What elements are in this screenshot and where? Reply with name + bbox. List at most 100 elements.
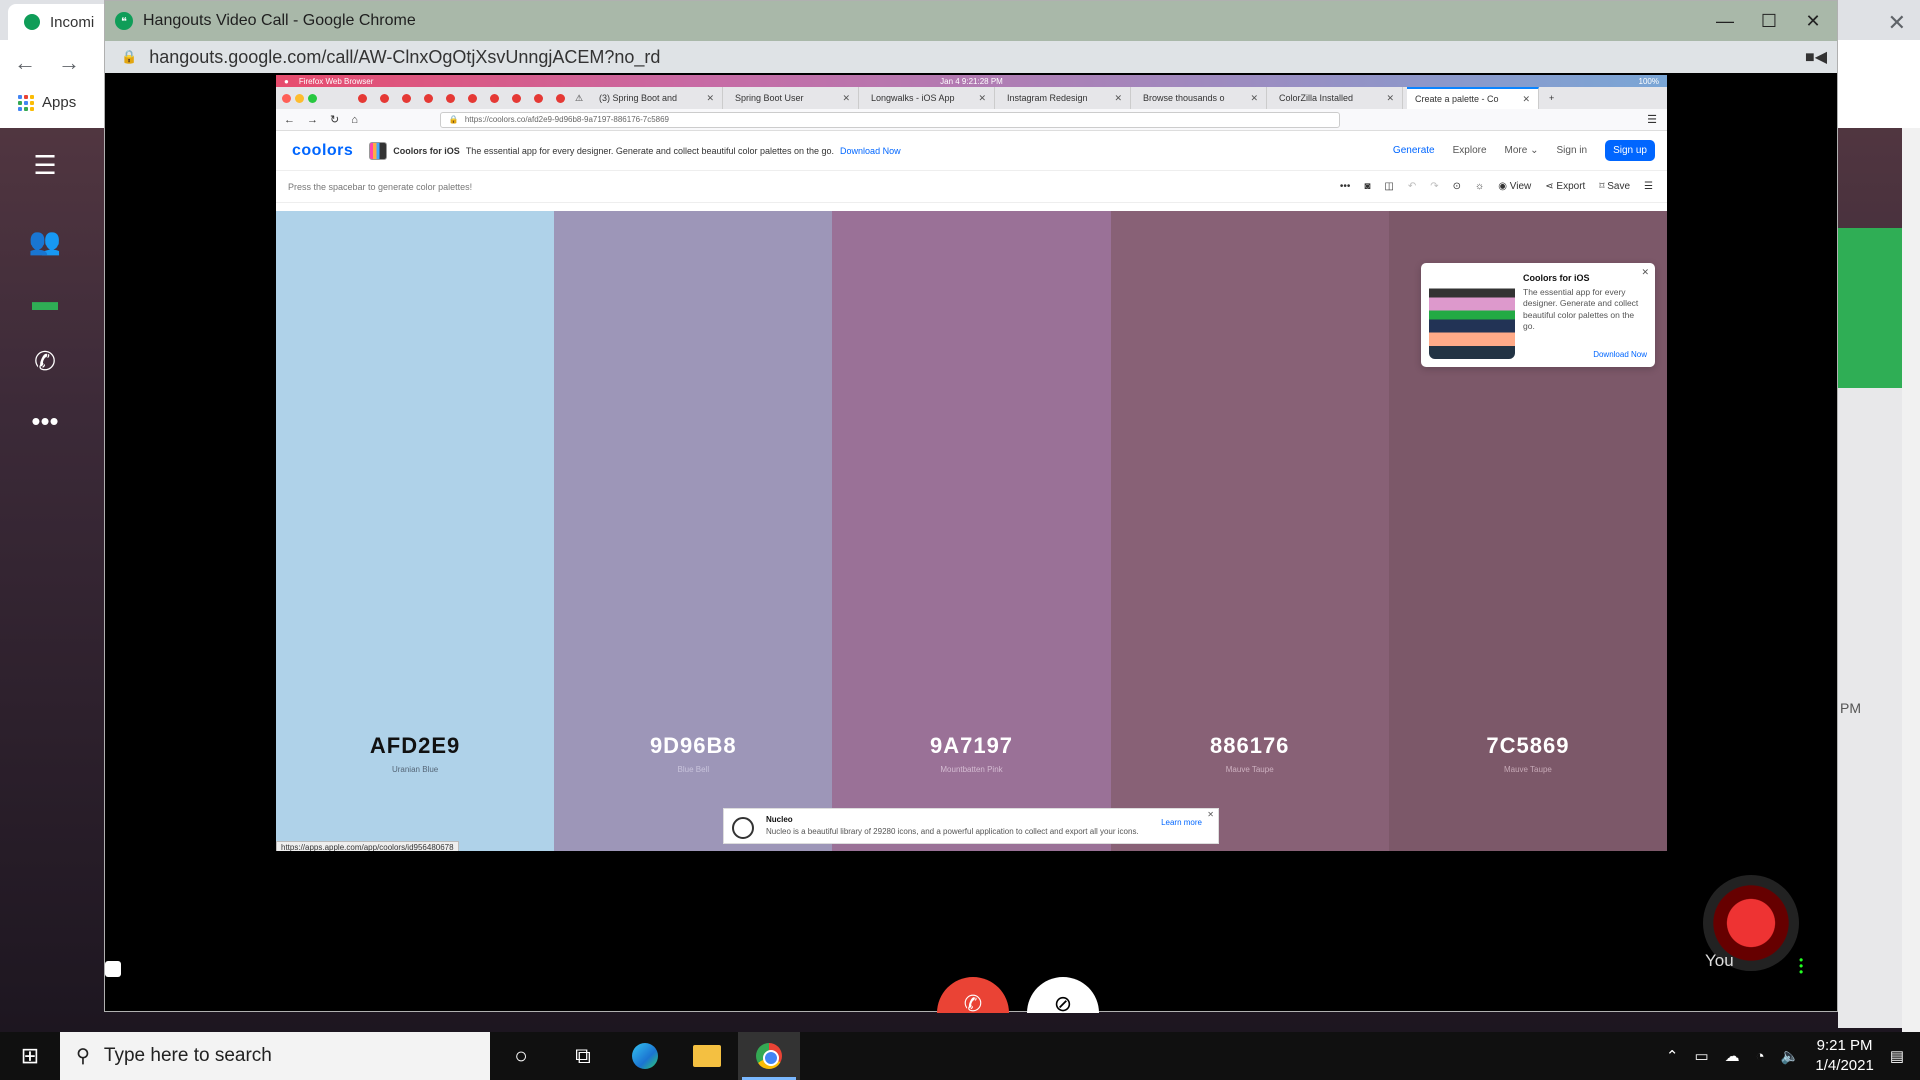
forward-icon[interactable]: → bbox=[58, 50, 80, 76]
color-swatch[interactable]: AFD2E9 Uranian Blue bbox=[276, 211, 555, 851]
close-tab-icon[interactable]: ✕ bbox=[1250, 93, 1258, 104]
brightness-icon[interactable]: ☼ bbox=[1475, 181, 1484, 192]
firefox-address-bar[interactable]: 🔒 https://coolors.co/afd2e9-9d96b8-9a719… bbox=[439, 111, 1340, 128]
swatch-hex[interactable]: 9D96B8 bbox=[554, 733, 832, 759]
task-view-icon[interactable]: ⧉ bbox=[552, 1032, 614, 1080]
pinned-tab-icon[interactable] bbox=[465, 91, 483, 105]
more-options-icon[interactable]: ••• bbox=[1340, 181, 1351, 192]
mac-close-icon[interactable] bbox=[282, 93, 291, 103]
close-tab-icon[interactable]: ✕ bbox=[1114, 93, 1122, 104]
nav-generate[interactable]: Generate bbox=[1393, 145, 1435, 156]
popup-url[interactable]: hangouts.google.com/call/AW-ClnxOgOtjXsv… bbox=[149, 47, 660, 68]
back-icon[interactable]: ← bbox=[14, 50, 36, 76]
back-icon[interactable]: ← bbox=[284, 114, 295, 126]
wifi-icon[interactable]: ◔ bbox=[1756, 1048, 1765, 1065]
pinned-tab-icon[interactable] bbox=[377, 91, 395, 105]
glasses-icon[interactable]: ⊙ bbox=[1453, 181, 1461, 192]
cloud-icon[interactable]: ☁ bbox=[1725, 1047, 1740, 1065]
self-view-tile[interactable]: You • • • bbox=[1683, 861, 1811, 989]
close-tab-icon[interactable]: ✕ bbox=[978, 93, 986, 104]
nav-explore[interactable]: Explore bbox=[1453, 145, 1487, 156]
chat-icon[interactable]: ▬ bbox=[28, 284, 62, 318]
pinned-tab-icon[interactable] bbox=[553, 91, 571, 105]
nav-signin[interactable]: Sign in bbox=[1557, 145, 1588, 156]
pinned-tab-icon[interactable] bbox=[421, 91, 439, 105]
firefox-tab[interactable]: ColorZilla Installed ✕ bbox=[1271, 87, 1403, 109]
close-icon[interactable]: ✕ bbox=[1207, 810, 1214, 819]
volume-icon[interactable]: 🔈 bbox=[1781, 1047, 1800, 1065]
video-toggle-button[interactable]: ⊘ bbox=[1027, 977, 1099, 1013]
more-icon[interactable]: ••• bbox=[28, 404, 62, 438]
promo-download-link[interactable]: Download Now bbox=[840, 146, 901, 156]
ios-popup-download-link[interactable]: Download Now bbox=[1593, 350, 1647, 359]
close-icon[interactable]: ✕ bbox=[1793, 7, 1833, 35]
pinned-tab-icon[interactable] bbox=[531, 91, 549, 105]
bookmarks-apps[interactable]: Apps bbox=[18, 94, 76, 111]
hangup-button[interactable]: ✆ bbox=[937, 977, 1009, 1013]
pinned-tab-icon[interactable] bbox=[355, 91, 373, 105]
color-swatch[interactable]: 9A7197 Mountbatten Pink bbox=[832, 211, 1111, 851]
menu-icon[interactable]: ☰ bbox=[1647, 113, 1657, 126]
camera-icon[interactable]: ◙ bbox=[1364, 181, 1370, 192]
close-tab-icon[interactable]: ✕ bbox=[1386, 93, 1394, 104]
close-tab-icon[interactable]: ✕ bbox=[706, 93, 714, 104]
taskbar-search[interactable]: ⚲ Type here to search bbox=[60, 1032, 490, 1080]
menu-icon[interactable]: ☰ bbox=[28, 148, 62, 182]
chrome-icon[interactable] bbox=[738, 1032, 800, 1080]
home-icon[interactable]: ⌂ bbox=[351, 114, 358, 126]
pinned-tab-icon[interactable] bbox=[487, 91, 505, 105]
swatch-hex[interactable]: 9A7197 bbox=[832, 733, 1110, 759]
background-close-icon[interactable]: ✕ bbox=[1888, 10, 1906, 36]
close-tab-icon[interactable]: ✕ bbox=[1522, 94, 1530, 105]
new-tab-icon[interactable]: + bbox=[1543, 93, 1554, 103]
signup-button[interactable]: Sign up bbox=[1605, 140, 1655, 161]
pinned-tab-icon[interactable] bbox=[443, 91, 461, 105]
firefox-tab[interactable]: Browse thousands o ✕ bbox=[1135, 87, 1267, 109]
layout-icon[interactable]: ◫ bbox=[1384, 181, 1393, 192]
camera-icon[interactable]: ■◀ bbox=[1805, 47, 1827, 67]
taskbar-clock[interactable]: 9:21 PM 1/4/2021 bbox=[1815, 1036, 1873, 1076]
firefox-tab[interactable]: (3) Spring Boot and ✕ bbox=[591, 87, 723, 109]
color-swatch[interactable]: 886176 Mauve Taupe bbox=[1110, 211, 1389, 851]
file-explorer-icon[interactable] bbox=[676, 1032, 738, 1080]
battery-icon[interactable]: ▭ bbox=[1694, 1047, 1708, 1065]
chevron-up-icon[interactable]: ⌃ bbox=[1666, 1047, 1679, 1065]
background-scrollbar[interactable] bbox=[1902, 128, 1920, 1032]
close-icon[interactable]: ✕ bbox=[1641, 267, 1649, 278]
hamburger-icon[interactable]: ☰ bbox=[1644, 181, 1653, 192]
redo-icon[interactable]: ↷ bbox=[1430, 181, 1438, 192]
view-button[interactable]: ◉ View bbox=[1498, 181, 1531, 192]
undo-icon[interactable]: ↶ bbox=[1408, 181, 1416, 192]
firefox-tab[interactable]: Longwalks - iOS App ✕ bbox=[863, 87, 995, 109]
hangouts-icon bbox=[24, 14, 40, 30]
pinned-tab-icon[interactable] bbox=[509, 91, 527, 105]
firefox-tab[interactable]: Instagram Redesign ✕ bbox=[999, 87, 1131, 109]
people-icon[interactable]: 👥 bbox=[28, 224, 62, 258]
swatch-hex[interactable]: 7C5869 bbox=[1389, 733, 1667, 759]
firefox-tab[interactable]: Spring Boot User ✕ bbox=[727, 87, 859, 109]
reload-icon[interactable]: ↻ bbox=[330, 113, 339, 126]
color-swatch[interactable]: 9D96B8 Blue Bell bbox=[554, 211, 833, 851]
nucleo-logo-icon bbox=[732, 817, 754, 839]
phone-icon[interactable]: ✆ bbox=[28, 344, 62, 378]
minimize-icon[interactable]: — bbox=[1705, 7, 1745, 35]
cortana-icon[interactable]: ○ bbox=[490, 1032, 552, 1080]
coolors-logo[interactable]: coolors bbox=[292, 142, 353, 160]
export-button[interactable]: ⋖ Export bbox=[1545, 181, 1585, 192]
mac-zoom-icon[interactable] bbox=[308, 93, 317, 103]
mac-minimize-icon[interactable] bbox=[295, 93, 304, 103]
notifications-icon[interactable]: ▤ bbox=[1890, 1047, 1904, 1065]
swatch-hex[interactable]: AFD2E9 bbox=[276, 733, 554, 759]
mic-icon[interactable] bbox=[105, 961, 121, 977]
nav-more[interactable]: More ⌄ bbox=[1505, 145, 1539, 156]
windows-start-icon[interactable]: ⊞ bbox=[0, 1032, 60, 1080]
firefox-tab-active[interactable]: Create a palette - Co ✕ bbox=[1407, 87, 1539, 109]
save-button[interactable]: ⌑ Save bbox=[1599, 181, 1630, 192]
forward-icon[interactable]: → bbox=[307, 114, 318, 126]
pinned-tab-icon[interactable] bbox=[399, 91, 417, 105]
maximize-icon[interactable]: ☐ bbox=[1749, 7, 1789, 35]
nucleo-learn-more-link[interactable]: Learn more bbox=[1161, 818, 1202, 827]
edge-icon[interactable] bbox=[614, 1032, 676, 1080]
close-tab-icon[interactable]: ✕ bbox=[842, 93, 850, 104]
swatch-hex[interactable]: 886176 bbox=[1111, 733, 1389, 759]
